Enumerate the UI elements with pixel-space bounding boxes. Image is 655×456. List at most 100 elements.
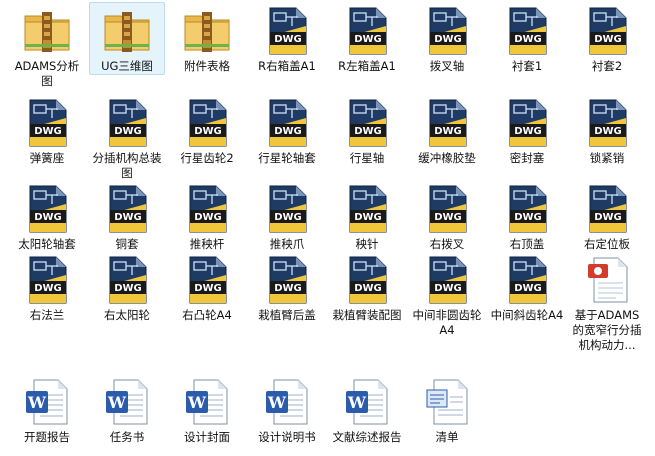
file-item[interactable]: DWG 锁紧销: [569, 94, 645, 167]
file-name-label: 行星齿轮2: [180, 151, 234, 165]
file-name-label: 栽植臂后盖: [258, 308, 316, 322]
dwg-file-icon: DWG: [262, 184, 312, 234]
file-name-label: 文献综述报告: [332, 430, 402, 444]
file-name-label: 缓冲橡胶垫: [418, 151, 476, 165]
file-item[interactable]: DWG 右定位板: [569, 180, 645, 253]
file-name-label: R左箱盖A1: [338, 59, 396, 73]
file-name-label: 清单: [435, 430, 459, 444]
file-name-label: 密封塞: [509, 151, 545, 165]
folder-item[interactable]: 附件表格: [169, 2, 245, 75]
file-item[interactable]: W 文献综述报告: [329, 373, 405, 446]
svg-text:DWG: DWG: [594, 212, 622, 223]
dwg-file-icon: DWG: [422, 184, 472, 234]
file-item[interactable]: DWG 右太阳轮: [89, 251, 165, 324]
file-item[interactable]: DWG 缓冲橡胶垫: [409, 94, 485, 167]
file-item[interactable]: DWG 中间非圆齿轮A4: [409, 251, 485, 339]
svg-text:DWG: DWG: [434, 34, 462, 45]
dwg-file-icon: DWG: [22, 184, 72, 234]
file-name-label: 栽植臂装配图: [332, 308, 402, 322]
file-name-label: 开题报告: [24, 430, 70, 444]
svg-text:DWG: DWG: [514, 126, 542, 137]
file-item[interactable]: DWG 太阳轮轴套: [9, 180, 85, 253]
file-item[interactable]: DWG 弹簧座: [9, 94, 85, 167]
file-item[interactable]: DWG 行星齿轮2: [169, 94, 245, 167]
file-name-label: 衬套2: [591, 59, 623, 73]
dwg-file-icon: DWG: [22, 255, 72, 305]
file-item[interactable]: DWG 衬套1: [489, 2, 565, 75]
svg-text:W: W: [27, 393, 47, 412]
dwg-file-icon: DWG: [502, 255, 552, 305]
file-item[interactable]: DWG 推秧爪: [249, 180, 325, 253]
file-item[interactable]: DWG 栽植臂装配图: [329, 251, 405, 324]
file-name-label: 右法兰: [29, 308, 65, 322]
file-item[interactable]: DWG 右法兰: [9, 251, 85, 324]
folder-item[interactable]: UG三维图: [89, 2, 165, 75]
file-name-label: 右太阳轮: [104, 308, 150, 322]
svg-text:DWG: DWG: [354, 283, 382, 294]
file-item[interactable]: DWG 右顶盖: [489, 180, 565, 253]
file-item[interactable]: DWG 拨叉轴: [409, 2, 485, 75]
file-item[interactable]: DWG 推秧杆: [169, 180, 245, 253]
dwg-file-icon: DWG: [342, 255, 392, 305]
dwg-file-icon: DWG: [422, 98, 472, 148]
file-item[interactable]: W 设计说明书: [249, 373, 325, 446]
file-item[interactable]: DWG 右凸轮A4: [169, 251, 245, 324]
file-item[interactable]: W 任务书: [89, 373, 165, 446]
file-item[interactable]: 基于ADAMS的宽窄行分插机构动力...: [569, 251, 645, 354]
file-name-label: 右凸轮A4: [182, 308, 232, 322]
file-item[interactable]: DWG 秧针: [329, 180, 405, 253]
file-name-label: 拨叉轴: [429, 59, 465, 73]
file-name-label: UG三维图: [101, 59, 153, 73]
dwg-file-icon: DWG: [262, 255, 312, 305]
word-document-icon: W: [182, 377, 232, 427]
file-name-label: 基于ADAMS的宽窄行分插机构动力...: [572, 308, 642, 352]
file-name-label: 衬套1: [511, 59, 543, 73]
file-item[interactable]: DWG 密封塞: [489, 94, 565, 167]
file-grid: ADAMS分析图 UG三维图 附件表格 DWG R右箱盖A1 DWG R左箱盖A…: [0, 0, 655, 456]
svg-text:DWG: DWG: [434, 212, 462, 223]
svg-text:W: W: [267, 393, 287, 412]
folder-item[interactable]: ADAMS分析图: [9, 2, 85, 90]
svg-text:DWG: DWG: [114, 212, 142, 223]
svg-text:DWG: DWG: [514, 34, 542, 45]
dwg-file-icon: DWG: [422, 255, 472, 305]
svg-text:W: W: [347, 393, 367, 412]
svg-text:DWG: DWG: [34, 283, 62, 294]
dwg-file-icon: DWG: [582, 184, 632, 234]
file-item[interactable]: DWG 栽植臂后盖: [249, 251, 325, 324]
file-item[interactable]: DWG 右拨叉: [409, 180, 485, 253]
dwg-file-icon: DWG: [342, 184, 392, 234]
svg-text:DWG: DWG: [354, 212, 382, 223]
file-item[interactable]: DWG 衬套2: [569, 2, 645, 75]
file-name-label: 附件表格: [184, 59, 230, 73]
svg-text:DWG: DWG: [194, 212, 222, 223]
pdf-file-icon: [582, 255, 632, 305]
svg-text:DWG: DWG: [514, 283, 542, 294]
svg-text:DWG: DWG: [354, 34, 382, 45]
dwg-file-icon: DWG: [422, 6, 472, 56]
file-item[interactable]: W 设计封面: [169, 373, 245, 446]
file-item[interactable]: DWG 中间斜齿轮A4: [489, 251, 565, 324]
file-item[interactable]: DWG 铜套: [89, 180, 165, 253]
file-item[interactable]: DWG 行星轴: [329, 94, 405, 167]
dwg-file-icon: DWG: [502, 98, 552, 148]
file-name-label: 右拨叉: [429, 237, 465, 251]
file-name-label: ADAMS分析图: [14, 59, 80, 88]
file-item[interactable]: 清单: [409, 373, 485, 446]
file-name-label: 太阳轮轴套: [18, 237, 76, 251]
file-item[interactable]: DWG R右箱盖A1: [249, 2, 325, 75]
file-item[interactable]: DWG 分插机构总装图: [89, 94, 165, 182]
word-document-icon: W: [342, 377, 392, 427]
file-name-label: 行星轮轴套: [258, 151, 316, 165]
dwg-file-icon: DWG: [342, 98, 392, 148]
svg-text:DWG: DWG: [34, 212, 62, 223]
file-item[interactable]: DWG R左箱盖A1: [329, 2, 405, 75]
svg-text:DWG: DWG: [354, 126, 382, 137]
svg-text:DWG: DWG: [274, 126, 302, 137]
svg-text:DWG: DWG: [274, 212, 302, 223]
document-icon: [422, 377, 472, 427]
svg-text:DWG: DWG: [434, 126, 462, 137]
file-item[interactable]: W 开题报告: [9, 373, 85, 446]
file-item[interactable]: DWG 行星轮轴套: [249, 94, 325, 167]
svg-text:DWG: DWG: [34, 126, 62, 137]
